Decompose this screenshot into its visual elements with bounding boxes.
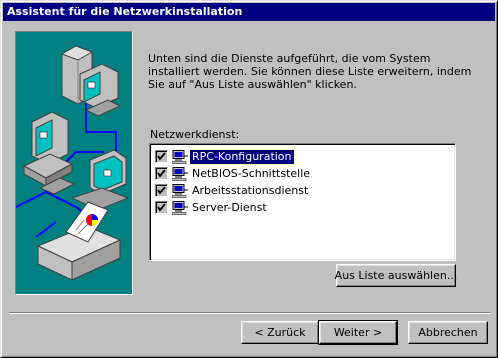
network-service-icon: [171, 200, 188, 215]
service-listbox[interactable]: RPC-Konfiguration NetBIOS-Schnittstelle Ar…: [149, 143, 456, 261]
network-service-icon: [171, 183, 188, 198]
checkmark-icon: [157, 203, 166, 212]
back-button[interactable]: < Zurück: [241, 321, 319, 344]
checkmark-icon: [157, 152, 166, 161]
list-item[interactable]: NetBIOS-Schnittstelle: [155, 165, 455, 182]
list-label: Netzwerkdienst:: [150, 128, 240, 141]
network-illustration: [15, 31, 133, 295]
checkbox[interactable]: [155, 150, 168, 163]
separator: [9, 312, 491, 314]
cancel-button[interactable]: Abbrechen: [408, 321, 488, 344]
list-item[interactable]: Server-Dienst: [155, 199, 455, 216]
description-text: Unten sind die Dienste aufgeführt, die v…: [148, 52, 472, 91]
checkmark-icon: [157, 186, 166, 195]
next-button[interactable]: Weiter >: [318, 320, 398, 345]
checkbox[interactable]: [155, 201, 168, 214]
list-item-label: RPC-Konfiguration: [189, 148, 295, 165]
network-illustration-image: [16, 45, 130, 281]
wizard-window: Assistent für die Netzwerkinstallation U…: [0, 0, 498, 358]
select-from-list-button[interactable]: Aus Liste auswählen...: [335, 264, 457, 287]
list-item-label: Server-Dienst: [192, 200, 267, 214]
list-item-label: Arbeitsstationsdienst: [192, 183, 309, 197]
list-item[interactable]: Arbeitsstationsdienst: [155, 182, 455, 199]
list-item-label: NetBIOS-Schnittstelle: [192, 166, 311, 180]
checkbox[interactable]: [155, 184, 168, 197]
checkbox[interactable]: [155, 167, 168, 180]
network-service-icon: [171, 149, 188, 164]
window-title[interactable]: Assistent für die Netzwerkinstallation: [3, 3, 495, 21]
list-item[interactable]: RPC-Konfiguration: [155, 148, 455, 165]
network-service-icon: [171, 166, 188, 181]
checkmark-icon: [157, 169, 166, 178]
